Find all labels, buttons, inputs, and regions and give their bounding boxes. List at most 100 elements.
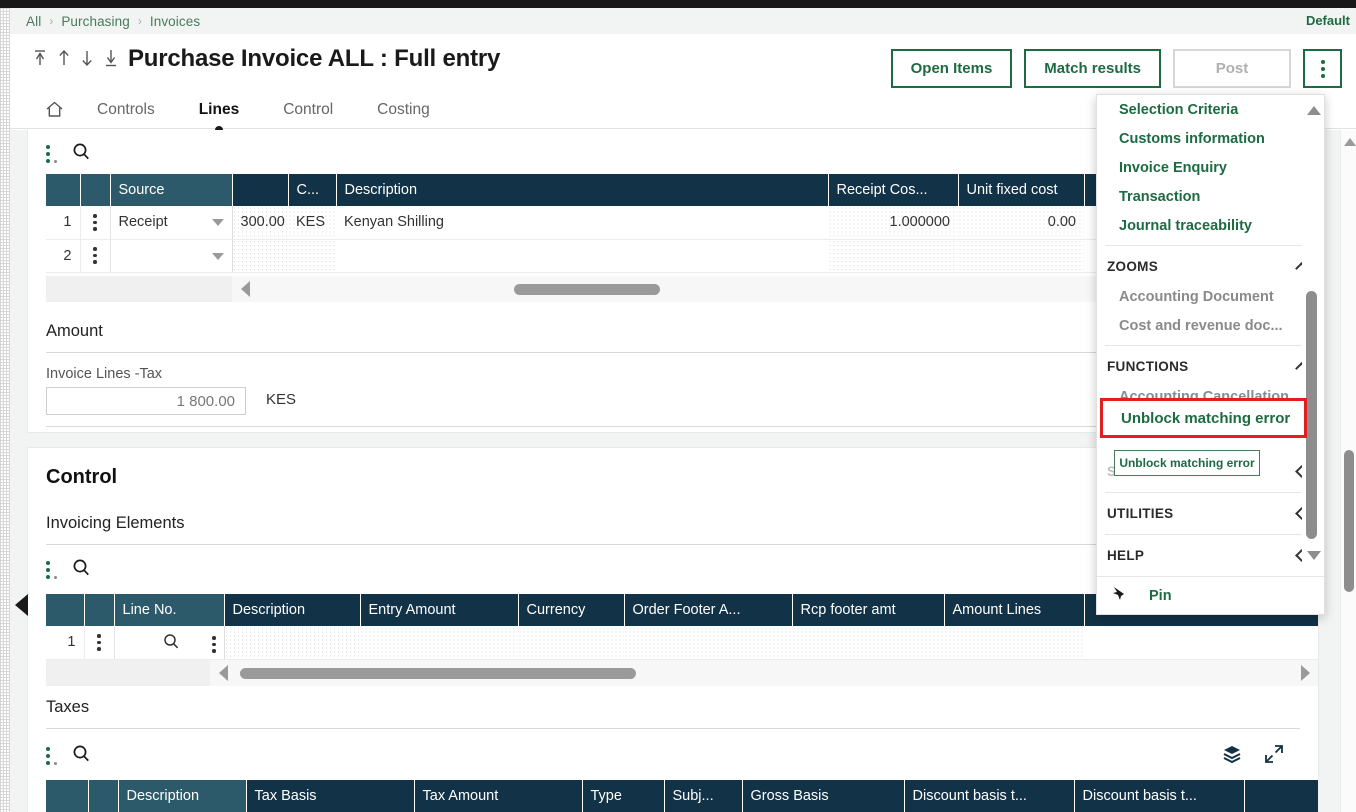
hscroll-thumb[interactable] [240,668,636,679]
cell-entry-amount[interactable] [360,626,518,660]
page-scroll-thumb[interactable] [1344,450,1354,592]
col-discount-basis-2[interactable]: Discount basis t... [1074,780,1245,812]
menu-group-utilities[interactable]: UTILITIES [1097,497,1324,529]
search-icon[interactable] [72,744,91,768]
col-tax-amount[interactable]: Tax Amount [414,780,583,812]
cell-receipt-cost[interactable] [828,239,958,273]
cell-source[interactable]: Receipt [110,206,233,240]
tab-controls[interactable]: Controls [75,91,177,129]
cell-order-footer-amount[interactable] [624,626,792,660]
open-items-button[interactable]: Open Items [890,49,1013,88]
menu-item-invoice-enquiry[interactable]: Invoice Enquiry [1097,153,1324,182]
search-icon[interactable] [72,558,91,582]
col-subject[interactable]: Subj... [664,780,743,812]
menu-pin-row[interactable]: Pin [1097,576,1324,614]
menu-group-help[interactable]: HELP [1097,539,1324,571]
col-currency[interactable]: C... [288,174,337,206]
col-tax-basis[interactable]: Tax Basis [246,780,415,812]
row-kebab-icon[interactable] [93,634,106,651]
previous-record-icon[interactable] [57,48,71,68]
more-actions-button[interactable] [1303,49,1342,88]
expand-icon[interactable] [1264,744,1284,769]
menu-group-zooms[interactable]: ZOOMS [1097,250,1324,282]
scroll-down-arrow-icon[interactable] [1307,551,1321,560]
row-kebab-icon[interactable] [89,247,102,264]
page-vertical-scrollbar[interactable] [1340,130,1356,812]
col-description[interactable]: Description [118,780,247,812]
hscroll-track[interactable] [236,660,1292,686]
last-record-icon[interactable] [103,48,119,68]
post-button[interactable]: Post [1173,49,1291,88]
col-select[interactable] [46,174,81,206]
menu-item-transaction[interactable]: Transaction [1097,182,1324,211]
col-line-no[interactable]: Line No. [114,594,225,626]
cell-description[interactable] [336,239,828,273]
col-actions[interactable] [80,174,111,206]
cell-amount-lines[interactable] [944,626,1084,660]
col-amount[interactable] [232,174,289,206]
collapse-left-panel-button[interactable] [10,585,32,625]
menu-item-customs-information[interactable]: Customs information [1097,124,1324,153]
col-description[interactable]: Description [336,174,829,206]
default-view-label[interactable]: Default [1306,13,1350,28]
home-icon[interactable] [44,99,75,120]
menu-group-functions[interactable]: FUNCTIONS [1097,350,1324,382]
cell-amount[interactable] [232,239,288,273]
menu-vertical-scrollbar[interactable] [1302,95,1324,578]
cell-source[interactable] [110,239,233,273]
col-gross-basis[interactable]: Gross Basis [742,780,905,812]
search-icon[interactable] [72,142,91,166]
scroll-up-arrow-icon[interactable] [1344,138,1356,146]
scroll-up-arrow-icon[interactable] [1307,106,1321,115]
menu-item-cost-and-revenue-doc[interactable]: Cost and revenue doc... [1097,311,1324,340]
cell-unit-fixed-cost[interactable]: 0.00 [958,206,1084,240]
match-results-button[interactable]: Match results [1024,49,1161,88]
row-actions-cell[interactable] [80,239,111,273]
invoice-lines-tax-input[interactable]: 1 800.00 [46,387,246,415]
cell-currency[interactable] [288,239,336,273]
cell-description[interactable] [224,626,360,660]
col-select[interactable] [46,594,85,626]
grid-options-icon[interactable] [46,747,57,765]
scroll-left-arrow-icon[interactable] [218,665,228,681]
cell-receipt-cost[interactable]: 1.000000 [828,206,958,240]
col-discount-basis-1[interactable]: Discount basis t... [904,780,1075,812]
col-unit-fixed-cost[interactable]: Unit fixed cost [958,174,1085,206]
menu-item-selection-criteria[interactable]: Selection Criteria [1097,95,1324,124]
col-amount-lines[interactable]: Amount Lines [944,594,1085,626]
col-entry-amount[interactable]: Entry Amount [360,594,519,626]
cell-description[interactable]: Kenyan Shilling [336,206,828,240]
hscroll-thumb[interactable] [514,284,660,295]
cell-rcp-footer-amt[interactable] [792,626,944,660]
col-rcp-footer-amt[interactable]: Rcp footer amt [792,594,945,626]
breadcrumb-item-purchasing[interactable]: Purchasing [61,14,130,29]
col-order-footer-amount[interactable]: Order Footer A... [624,594,793,626]
cell-amount[interactable]: 300.00 [232,206,288,240]
scroll-left-arrow-icon[interactable] [240,281,250,297]
row-actions-cell[interactable] [84,626,115,660]
lookup-search-icon[interactable] [163,633,180,654]
tab-control[interactable]: Control [261,91,355,129]
col-actions[interactable] [88,780,119,812]
invoicing-elements-horizontal-scrollbar[interactable] [46,660,1318,686]
grid-options-icon[interactable] [46,145,57,163]
col-select[interactable] [46,780,89,812]
layers-icon[interactable] [1222,744,1242,769]
menu-item-journal-traceability[interactable]: Journal traceability [1097,211,1324,240]
breadcrumb-item-all[interactable]: All [26,14,41,29]
col-description[interactable]: Description [224,594,361,626]
row-actions-cell[interactable] [80,206,111,240]
cell-currency[interactable]: KES [288,206,336,240]
chevron-down-icon[interactable] [211,219,224,226]
tab-costing[interactable]: Costing [355,91,452,129]
col-type[interactable]: Type [582,780,665,812]
cell-kebab-icon[interactable] [212,636,216,653]
menu-scroll-thumb[interactable] [1306,291,1317,539]
menu-item-accounting-document[interactable]: Accounting Document [1097,282,1324,311]
tab-lines[interactable]: Lines [177,91,261,134]
first-record-icon[interactable] [32,48,48,68]
col-receipt-cost[interactable]: Receipt Cos... [828,174,959,206]
cell-currency[interactable] [518,626,624,660]
col-source[interactable]: Source [110,174,233,206]
chevron-down-icon[interactable] [211,252,224,260]
